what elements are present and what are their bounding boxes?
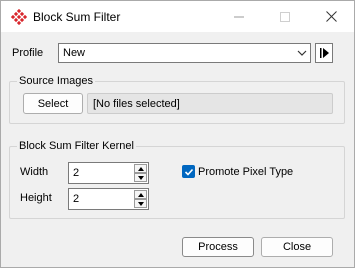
- maximize-icon: [280, 11, 290, 22]
- close-icon: [325, 11, 337, 22]
- source-images-title: Source Images: [17, 75, 95, 87]
- process-label: Process: [198, 241, 238, 253]
- minimize-icon: [234, 16, 244, 17]
- window-title: Block Sum Filter: [33, 10, 121, 24]
- profile-dropdown[interactable]: New: [58, 43, 311, 63]
- selected-files-text: [No files selected]: [93, 98, 180, 110]
- promote-pixel-type-label[interactable]: Promote Pixel Type: [198, 166, 293, 178]
- arrow-down-icon: [138, 202, 144, 206]
- kernel-title: Block Sum Filter Kernel: [17, 140, 136, 152]
- process-button[interactable]: Process: [182, 237, 254, 257]
- checkmark-icon: [184, 168, 194, 176]
- height-spinbox[interactable]: 2: [68, 188, 149, 210]
- height-increment-button[interactable]: [134, 190, 147, 199]
- maximize-button[interactable]: [262, 1, 308, 32]
- height-label: Height: [20, 192, 52, 204]
- height-value: 2: [73, 193, 80, 205]
- minimize-button[interactable]: [216, 1, 262, 32]
- app-icon: [11, 9, 27, 25]
- width-decrement-button[interactable]: [134, 173, 147, 182]
- kernel-group: Block Sum Filter Kernel: [9, 140, 345, 219]
- arrow-up-icon: [138, 167, 144, 171]
- arrow-up-icon: [138, 193, 144, 197]
- arrow-down-icon: [138, 176, 144, 180]
- width-increment-button[interactable]: [134, 164, 147, 173]
- profile-label: Profile: [12, 47, 44, 59]
- width-value: 2: [73, 167, 80, 179]
- select-files-label: Select: [37, 97, 69, 110]
- width-spinbox[interactable]: 2: [68, 162, 149, 184]
- profile-run-button[interactable]: [315, 43, 333, 63]
- selected-files-field: [No files selected]: [87, 93, 333, 114]
- close-window-button[interactable]: [308, 1, 354, 32]
- promote-pixel-type-checkbox[interactable]: [182, 165, 195, 178]
- close-button[interactable]: Close: [261, 237, 333, 257]
- height-decrement-button[interactable]: [134, 199, 147, 208]
- close-label: Close: [282, 241, 312, 253]
- width-label: Width: [20, 166, 49, 178]
- dialog-window: Block Sum Filter Profile New Source Imag…: [0, 0, 355, 268]
- title-bar[interactable]: Block Sum Filter: [1, 1, 354, 32]
- chevron-down-icon: [297, 50, 307, 56]
- profile-value: New: [63, 47, 86, 59]
- play-bar-icon: [320, 48, 329, 58]
- select-files-button[interactable]: Select: [23, 93, 83, 114]
